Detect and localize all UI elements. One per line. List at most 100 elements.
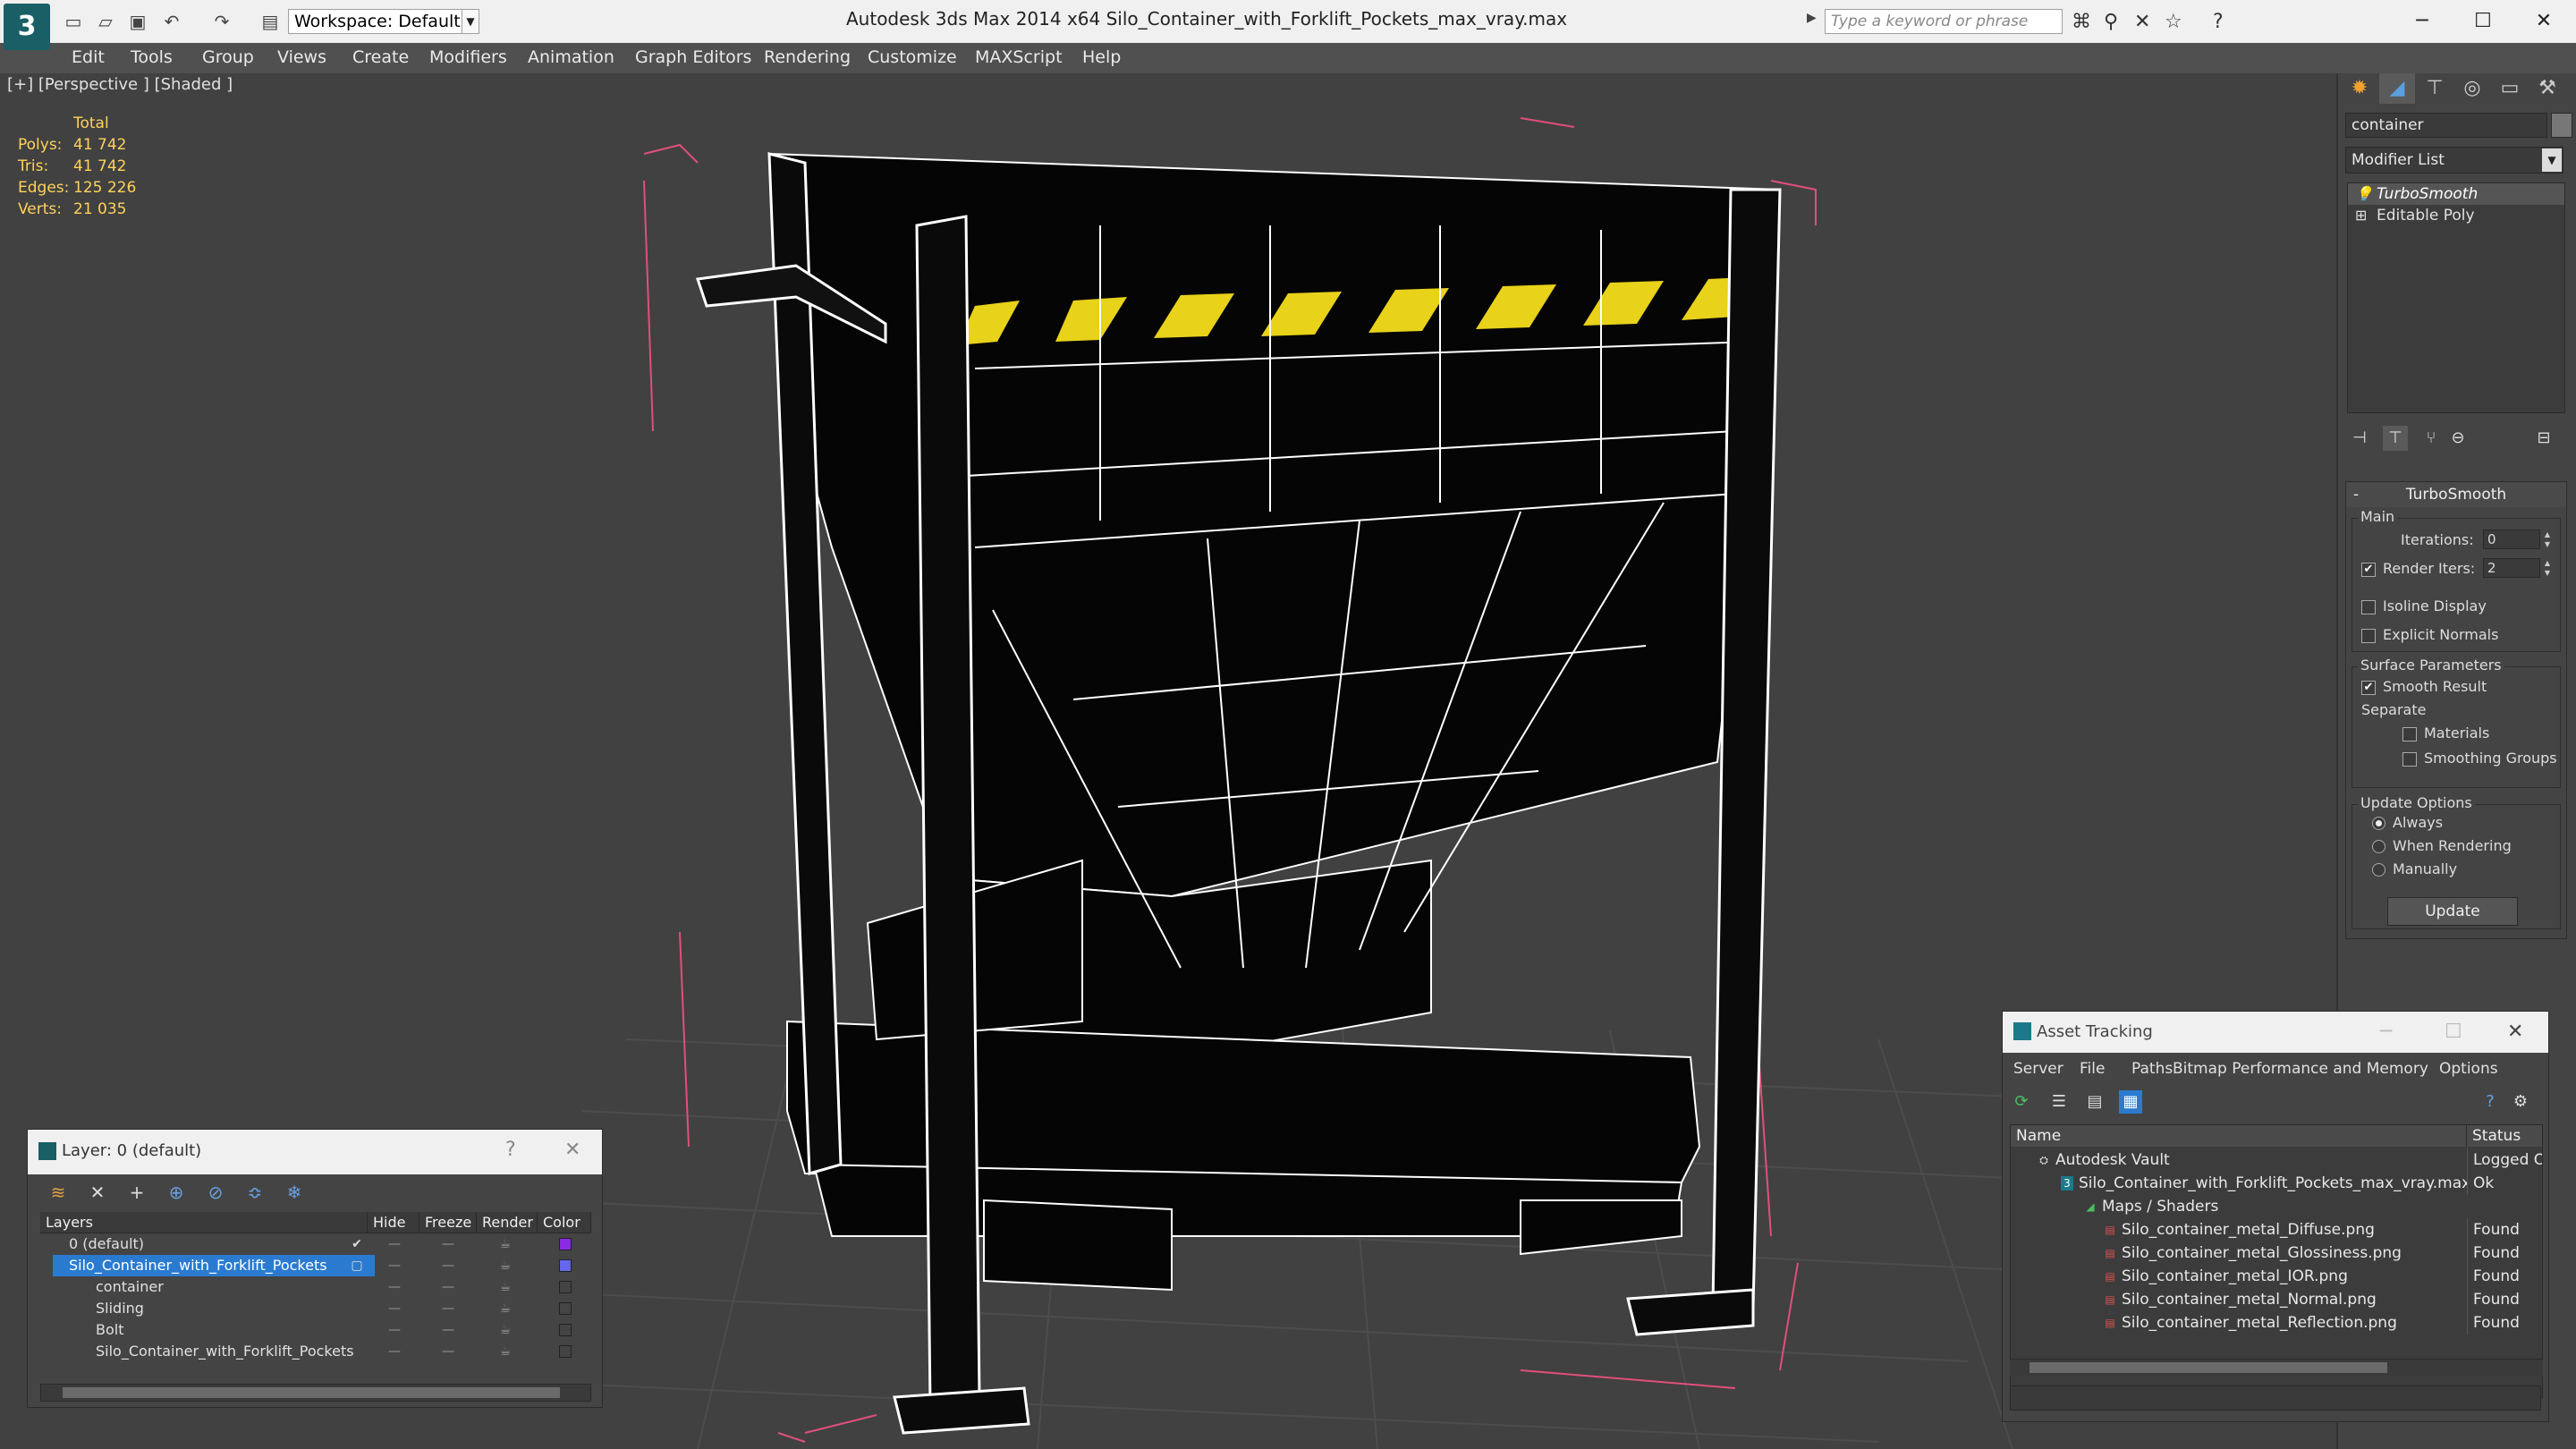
save-icon[interactable]: ▣ — [127, 11, 148, 32]
layer-row[interactable]: Silo_Container_with_Forklift_Pockets ▢ —… — [40, 1255, 600, 1276]
rollout-header[interactable]: - TurboSmooth — [2346, 482, 2566, 507]
current-layer-check-icon[interactable]: ✔ — [348, 1233, 366, 1255]
modify-tab-icon[interactable]: ◢ — [2379, 73, 2415, 104]
freeze-all-icon[interactable]: ❄ — [282, 1180, 307, 1205]
object-name[interactable]: Silo_Container_with_Forklift_Pockets — [80, 1341, 402, 1362]
isoline-checkbox[interactable] — [2361, 599, 2376, 614]
render-teapot-icon[interactable]: ☕ — [487, 1276, 523, 1298]
hide-toggle[interactable]: — — [377, 1298, 412, 1319]
menu-help[interactable]: Help — [1082, 47, 1121, 67]
asset-row[interactable]: ◢ Maps / Shaders — [2011, 1195, 2542, 1218]
color-column-header[interactable]: Color — [538, 1212, 591, 1233]
asset-menu-options[interactable]: Options — [2439, 1060, 2498, 1078]
asset-row[interactable]: ▤ Silo_container_metal_Reflection.png Fou… — [2011, 1311, 2542, 1335]
always-radio[interactable] — [2372, 817, 2385, 830]
search-input[interactable]: Type a keyword or phrase — [1825, 9, 2063, 34]
object-color-swatch[interactable] — [2551, 113, 2572, 138]
make-unique-icon[interactable]: ⑂ — [2419, 426, 2444, 451]
show-end-result-icon[interactable]: ⊤ — [2383, 426, 2408, 451]
expand-plus-icon[interactable]: ⊞ — [2355, 205, 2367, 226]
highlight-layer-icon[interactable]: ⊘ — [203, 1180, 228, 1205]
explicit-normals-checkbox[interactable] — [2361, 628, 2376, 643]
list-view-icon[interactable]: ☰ — [2047, 1090, 2071, 1114]
add-to-layer-icon[interactable]: + — [124, 1180, 149, 1205]
asset-row[interactable]: 3 Silo_Container_with_Forklift_Pockets_ma… — [2011, 1172, 2542, 1195]
menu-rendering[interactable]: Rendering — [764, 47, 851, 67]
remove-modifier-icon[interactable]: ⊖ — [2445, 426, 2470, 451]
layer-color-swatch[interactable] — [559, 1259, 572, 1272]
layer-name[interactable]: 0 (default) — [53, 1233, 375, 1255]
spinner-arrows-icon[interactable]: ▲ ▼ — [2542, 530, 2553, 549]
freeze-column-header[interactable]: Freeze — [419, 1212, 477, 1233]
render-iters-row[interactable]: ✔ Render Iters: — [2361, 560, 2475, 577]
object-name[interactable]: Sliding — [80, 1298, 402, 1319]
subscription-icon[interactable]: ⚲ — [2104, 11, 2118, 33]
asset-row[interactable]: ⛭ Autodesk Vault Logged O — [2011, 1148, 2542, 1172]
pin-stack-icon[interactable]: ⊣ — [2347, 426, 2372, 451]
object-name[interactable]: Bolt — [80, 1319, 402, 1341]
refresh-icon[interactable]: ⟳ — [2010, 1090, 2033, 1114]
favorites-star-icon[interactable]: ☆ — [2165, 11, 2182, 33]
communication-icon[interactable]: ✕ — [2134, 11, 2150, 33]
menu-animation[interactable]: Animation — [528, 47, 614, 67]
help-icon[interactable]: ? — [2213, 11, 2224, 33]
table-view-icon[interactable]: ▦ — [2119, 1090, 2142, 1114]
always-row[interactable]: Always — [2372, 814, 2443, 831]
menu-views[interactable]: Views — [277, 47, 326, 67]
layer-color-swatch[interactable] — [559, 1281, 572, 1293]
name-column-header[interactable]: Name — [2011, 1125, 2467, 1147]
render-column-header[interactable]: Render — [477, 1212, 538, 1233]
layer-color-swatch[interactable] — [559, 1302, 572, 1315]
render-iters-spinner[interactable]: 2 — [2483, 558, 2540, 578]
app-logo-icon[interactable]: 3 — [4, 4, 50, 50]
asset-menu-server[interactable]: Server — [2013, 1060, 2063, 1078]
when-rendering-row[interactable]: When Rendering — [2372, 837, 2512, 854]
render-teapot-icon[interactable]: ☕ — [487, 1298, 523, 1319]
help-icon[interactable]: ? — [2479, 1090, 2502, 1114]
layer-row[interactable]: Sliding — — ☕ — [40, 1298, 600, 1319]
delete-layer-icon[interactable]: ✕ — [85, 1180, 110, 1205]
asset-menu-file[interactable]: File — [2080, 1060, 2105, 1078]
menu-tools[interactable]: Tools — [131, 47, 173, 67]
layer-color-swatch[interactable] — [559, 1238, 572, 1250]
freeze-toggle[interactable]: — — [430, 1319, 466, 1341]
smooth-result-checkbox[interactable]: ✔ — [2361, 680, 2376, 695]
update-button[interactable]: Update — [2387, 897, 2518, 926]
display-tab-icon[interactable]: ▭ — [2492, 73, 2528, 104]
utilities-tab-icon[interactable]: ⚒ — [2529, 73, 2565, 104]
configure-sets-icon[interactable]: ⊟ — [2531, 426, 2556, 451]
maximize-icon[interactable]: ☐ — [2456, 5, 2510, 38]
asset-row[interactable]: ▤ Silo_container_metal_Glossiness.png Fou… — [2011, 1241, 2542, 1265]
asset-row[interactable]: ▤ Silo_container_metal_Diffuse.png Found — [2011, 1218, 2542, 1241]
layer-horizontal-scrollbar[interactable] — [40, 1384, 591, 1402]
hide-toggle[interactable]: — — [377, 1233, 412, 1255]
open-file-icon[interactable]: ▱ — [95, 11, 116, 32]
iterations-spinner[interactable]: 0 — [2483, 530, 2540, 549]
menu-modifiers[interactable]: Modifiers — [429, 47, 507, 67]
spinner-arrows-icon[interactable]: ▲ ▼ — [2542, 558, 2553, 578]
layer-dialog-titlebar[interactable]: Layer: 0 (default) ? ✕ — [28, 1130, 602, 1174]
hierarchy-tab-icon[interactable]: ⊤ — [2417, 73, 2453, 104]
hide-toggle[interactable]: — — [377, 1276, 412, 1298]
menu-create[interactable]: Create — [352, 47, 409, 67]
asset-dialog-titlebar[interactable]: Asset Tracking ─ ☐ ✕ — [2003, 1012, 2548, 1053]
freeze-toggle[interactable]: — — [430, 1298, 466, 1319]
workspace-dropdown[interactable]: Workspace: Default ▼ — [288, 9, 476, 34]
close-icon[interactable]: ✕ — [2507, 1021, 2523, 1043]
scrollbar-thumb[interactable] — [2029, 1362, 2387, 1373]
menu-maxscript[interactable]: MAXScript — [975, 47, 1063, 67]
asset-menu-bitmap-performance[interactable]: Bitmap Performance and Memory — [2173, 1060, 2428, 1078]
render-teapot-icon[interactable]: ☕ — [487, 1255, 523, 1276]
layer-row[interactable]: Bolt — — ☕ — [40, 1319, 600, 1341]
asset-horizontal-scrollbar[interactable] — [2010, 1359, 2543, 1377]
hide-all-icon[interactable]: ≎ — [242, 1180, 267, 1205]
render-teapot-icon[interactable]: ☕ — [487, 1341, 523, 1362]
chevron-down-icon[interactable]: ▼ — [2542, 148, 2562, 172]
freeze-toggle[interactable]: — — [430, 1341, 466, 1362]
layer-row[interactable]: container — — ☕ — [40, 1276, 600, 1298]
layer-name[interactable]: Silo_Container_with_Forklift_Pockets — [53, 1255, 375, 1276]
hide-column-header[interactable]: Hide — [368, 1212, 419, 1233]
layer-row[interactable]: 0 (default) ✔ — — ☕ — [40, 1233, 600, 1255]
detail-view-icon[interactable]: ▤ — [2083, 1090, 2106, 1114]
menu-edit[interactable]: Edit — [72, 47, 105, 67]
